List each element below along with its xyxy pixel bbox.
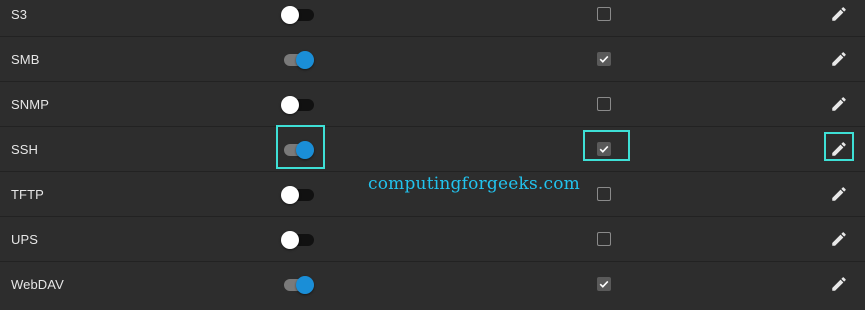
pencil-icon bbox=[832, 187, 846, 201]
watermark: computingforgeeks.com bbox=[368, 174, 580, 194]
checkmark-icon bbox=[599, 145, 609, 153]
service-name: SMB bbox=[11, 52, 40, 67]
service-row-webdav: WebDAV bbox=[0, 262, 865, 307]
edit-button[interactable] bbox=[828, 138, 850, 160]
toggle-thumb bbox=[296, 141, 314, 159]
start-automatically-checkbox[interactable] bbox=[597, 277, 611, 291]
toggle-thumb bbox=[281, 186, 299, 204]
running-toggle[interactable] bbox=[280, 275, 316, 295]
services-table: S3 SMB SNMP SSH TFTP UPS WebDAV bbox=[0, 0, 865, 307]
pencil-icon bbox=[832, 277, 846, 291]
service-row-smb: SMB bbox=[0, 37, 865, 82]
service-name: TFTP bbox=[11, 187, 44, 202]
checkmark-icon bbox=[599, 280, 609, 288]
start-automatically-checkbox[interactable] bbox=[597, 187, 611, 201]
toggle-thumb bbox=[281, 6, 299, 24]
toggle-thumb bbox=[296, 276, 314, 294]
service-row-ups: UPS bbox=[0, 217, 865, 262]
pencil-icon bbox=[832, 97, 846, 111]
running-toggle[interactable] bbox=[280, 5, 316, 25]
toggle-thumb bbox=[281, 96, 299, 114]
running-toggle[interactable] bbox=[280, 140, 316, 160]
checkmark-icon bbox=[599, 55, 609, 63]
edit-button[interactable] bbox=[828, 48, 850, 70]
service-name: SSH bbox=[11, 142, 39, 157]
service-name: SNMP bbox=[11, 97, 49, 112]
running-toggle[interactable] bbox=[280, 185, 316, 205]
edit-button[interactable] bbox=[828, 228, 850, 250]
toggle-thumb bbox=[296, 51, 314, 69]
edit-button[interactable] bbox=[828, 3, 850, 25]
edit-button[interactable] bbox=[828, 93, 850, 115]
edit-button[interactable] bbox=[828, 273, 850, 295]
pencil-icon bbox=[832, 232, 846, 246]
service-name: UPS bbox=[11, 232, 39, 247]
pencil-icon bbox=[832, 142, 846, 156]
running-toggle[interactable] bbox=[280, 50, 316, 70]
start-automatically-checkbox[interactable] bbox=[597, 97, 611, 111]
pencil-icon bbox=[832, 7, 846, 21]
service-name: WebDAV bbox=[11, 277, 64, 292]
service-row-s3: S3 bbox=[0, 0, 865, 37]
service-name: S3 bbox=[11, 7, 28, 22]
toggle-thumb bbox=[281, 231, 299, 249]
start-automatically-checkbox[interactable] bbox=[597, 7, 611, 21]
service-row-snmp: SNMP bbox=[0, 82, 865, 127]
running-toggle[interactable] bbox=[280, 95, 316, 115]
start-automatically-checkbox[interactable] bbox=[597, 142, 611, 156]
start-automatically-checkbox[interactable] bbox=[597, 232, 611, 246]
running-toggle[interactable] bbox=[280, 230, 316, 250]
service-row-ssh: SSH bbox=[0, 127, 865, 172]
pencil-icon bbox=[832, 52, 846, 66]
start-automatically-checkbox[interactable] bbox=[597, 52, 611, 66]
edit-button[interactable] bbox=[828, 183, 850, 205]
